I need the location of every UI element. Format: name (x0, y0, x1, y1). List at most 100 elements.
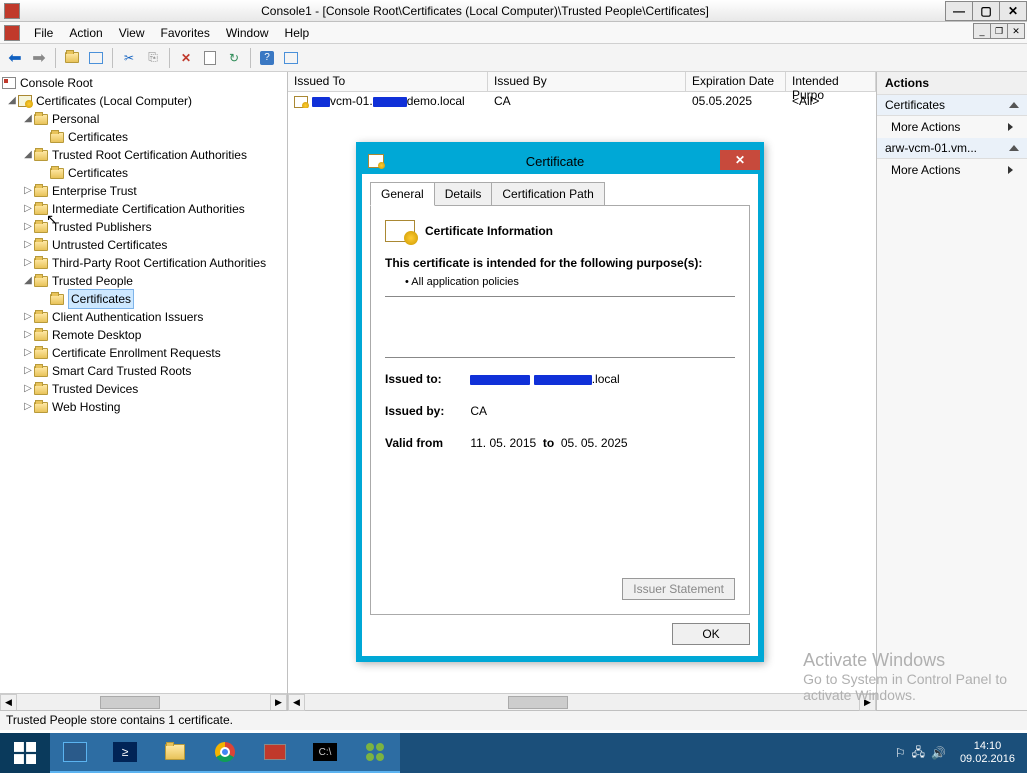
scroll-right-icon[interactable]: ▶ (270, 694, 287, 711)
task-app-green[interactable] (350, 733, 400, 773)
tray-flag-icon[interactable]: ⚐ (895, 746, 906, 760)
delete-button[interactable]: ✕ (175, 47, 197, 69)
task-powershell[interactable]: ≥ (100, 733, 150, 773)
tree-web-hosting[interactable]: ▷Web Hosting (2, 398, 287, 416)
menu-action[interactable]: Action (61, 24, 110, 42)
app-icon (4, 3, 20, 19)
task-server-manager[interactable] (50, 733, 100, 773)
tray-network-icon[interactable]: 🖧 (912, 743, 925, 764)
tree-trusted-devices[interactable]: ▷Trusted Devices (2, 380, 287, 398)
task-cmd[interactable]: C:\ (300, 733, 350, 773)
tree-untrusted-certs[interactable]: ▷Untrusted Certificates (2, 236, 287, 254)
list-h-scrollbar[interactable]: ◀ ▶ (288, 693, 876, 710)
mdi-minimize[interactable]: _ (973, 23, 991, 39)
tree-trusted-root-ca-certs[interactable]: Certificates (2, 164, 287, 182)
scroll-left-icon[interactable]: ◀ (288, 694, 305, 711)
actions-section-certificates[interactable]: Certificates (877, 95, 1027, 116)
tray-volume-icon[interactable]: 🔊 (931, 746, 946, 760)
tree-cert-enroll-requests[interactable]: ▷Certificate Enrollment Requests (2, 344, 287, 362)
refresh-button[interactable]: ↻ (223, 47, 245, 69)
col-issued-to[interactable]: Issued To (288, 72, 488, 91)
cert-valid-from: Valid from 11. 05. 2015 to 05. 05. 2025 (385, 436, 735, 450)
menu-file[interactable]: File (26, 24, 61, 42)
certificate-icon (368, 154, 384, 168)
up-button[interactable] (61, 47, 83, 69)
tree-h-scrollbar[interactable]: ◀ ▶ (0, 693, 287, 710)
dialog-title-bar[interactable]: Certificate ✕ (362, 148, 758, 174)
tab-details[interactable]: Details (434, 182, 493, 206)
console-tree[interactable]: Console Root ◢Certificates (Local Comput… (0, 72, 287, 692)
export-list-button[interactable] (280, 47, 302, 69)
tree-pane: Console Root ◢Certificates (Local Comput… (0, 72, 288, 710)
minimize-button[interactable]: — (945, 1, 973, 21)
help-button[interactable]: ? (256, 47, 278, 69)
back-button[interactable]: ⬅ (4, 47, 26, 69)
tab-general[interactable]: General (370, 182, 435, 206)
col-issued-by[interactable]: Issued By (488, 72, 686, 91)
cert-purpose-item: • All application policies (385, 276, 735, 288)
tree-trusted-people[interactable]: ◢Trusted People (2, 272, 287, 290)
tree-trusted-root-ca[interactable]: ◢Trusted Root Certification Authorities (2, 146, 287, 164)
status-bar: Trusted People store contains 1 certific… (0, 710, 1027, 730)
tree-trusted-people-certs[interactable]: Certificates (2, 290, 287, 308)
actions-section-item[interactable]: arw-vcm-01.vm... (877, 138, 1027, 159)
certificate-badge-icon (385, 220, 415, 242)
actions-header: Actions (877, 72, 1027, 95)
close-button[interactable]: ✕ (999, 1, 1027, 21)
tree-certs-local[interactable]: ◢Certificates (Local Computer) (2, 92, 287, 110)
tree-personal[interactable]: ◢Personal (2, 110, 287, 128)
task-mmc[interactable] (250, 733, 300, 773)
mdi-close[interactable]: ✕ (1007, 23, 1025, 39)
scroll-thumb[interactable] (100, 696, 160, 709)
tree-remote-desktop[interactable]: ▷Remote Desktop (2, 326, 287, 344)
ok-button[interactable]: OK (672, 623, 750, 645)
certificate-icon (294, 96, 308, 108)
tree-console-root[interactable]: Console Root (2, 74, 287, 92)
tab-cert-path[interactable]: Certification Path (491, 182, 604, 206)
menu-window[interactable]: Window (218, 24, 277, 42)
cert-purpose-heading: This certificate is intended for the fol… (385, 256, 735, 270)
scroll-left-icon[interactable]: ◀ (0, 694, 17, 711)
cert-issued-by: Issued by: CA (385, 404, 735, 418)
cut-button[interactable]: ✂ (118, 47, 140, 69)
task-chrome[interactable] (200, 733, 250, 773)
cert-issued-to: Issued to: .local (385, 372, 735, 386)
tree-third-party-root[interactable]: ▷Third-Party Root Certification Authorit… (2, 254, 287, 272)
tree-client-auth-issuers[interactable]: ▷Client Authentication Issuers (2, 308, 287, 326)
menu-view[interactable]: View (111, 24, 153, 42)
task-explorer[interactable] (150, 733, 200, 773)
title-bar: Console1 - [Console Root\Certificates (L… (0, 0, 1027, 22)
col-intended[interactable]: Intended Purpo (786, 72, 876, 91)
chevron-right-icon (1008, 123, 1013, 131)
menu-bar: File Action View Favorites Window Help _… (0, 22, 1027, 44)
tree-trusted-publishers[interactable]: ▷Trusted Publishers (2, 218, 287, 236)
toolbar: ⬅ ➡ ✂ ⎘ ✕ ↻ ? (0, 44, 1027, 72)
dialog-close-button[interactable]: ✕ (720, 150, 760, 170)
menu-favorites[interactable]: Favorites (153, 24, 218, 42)
actions-more-1[interactable]: More Actions (877, 116, 1027, 138)
chevron-right-icon (1008, 166, 1013, 174)
mdi-restore[interactable]: ❐ (990, 23, 1008, 39)
tree-intermediate-ca[interactable]: ▷Intermediate Certification Authorities (2, 200, 287, 218)
col-expiration[interactable]: Expiration Date (686, 72, 786, 91)
forward-button[interactable]: ➡ (28, 47, 50, 69)
maximize-button[interactable]: ▢ (972, 1, 1000, 21)
tree-enterprise-trust[interactable]: ▷Enterprise Trust (2, 182, 287, 200)
copy-button[interactable]: ⎘ (142, 47, 164, 69)
system-tray: ⚐ 🖧 🔊 14:1009.02.2016 (895, 740, 1027, 766)
cert-list-row[interactable]: vcm-01.demo.local CA 05.05.2025 <All> (288, 92, 876, 110)
properties-button[interactable] (199, 47, 221, 69)
list-header: Issued To Issued By Expiration Date Inte… (288, 72, 876, 92)
actions-more-2[interactable]: More Actions (877, 159, 1027, 181)
menu-help[interactable]: Help (277, 24, 318, 42)
start-button[interactable] (0, 733, 50, 773)
scroll-right-icon[interactable]: ▶ (859, 694, 876, 711)
window-title: Console1 - [Console Root\Certificates (L… (24, 4, 946, 18)
tree-smartcard-trusted-roots[interactable]: ▷Smart Card Trusted Roots (2, 362, 287, 380)
tree-personal-certs[interactable]: Certificates (2, 128, 287, 146)
collapse-icon (1009, 102, 1019, 108)
scroll-thumb[interactable] (508, 696, 568, 709)
dialog-tabs: General Details Certification Path (370, 182, 750, 206)
show-hide-tree-button[interactable] (85, 47, 107, 69)
tray-clock[interactable]: 14:1009.02.2016 (952, 740, 1023, 766)
